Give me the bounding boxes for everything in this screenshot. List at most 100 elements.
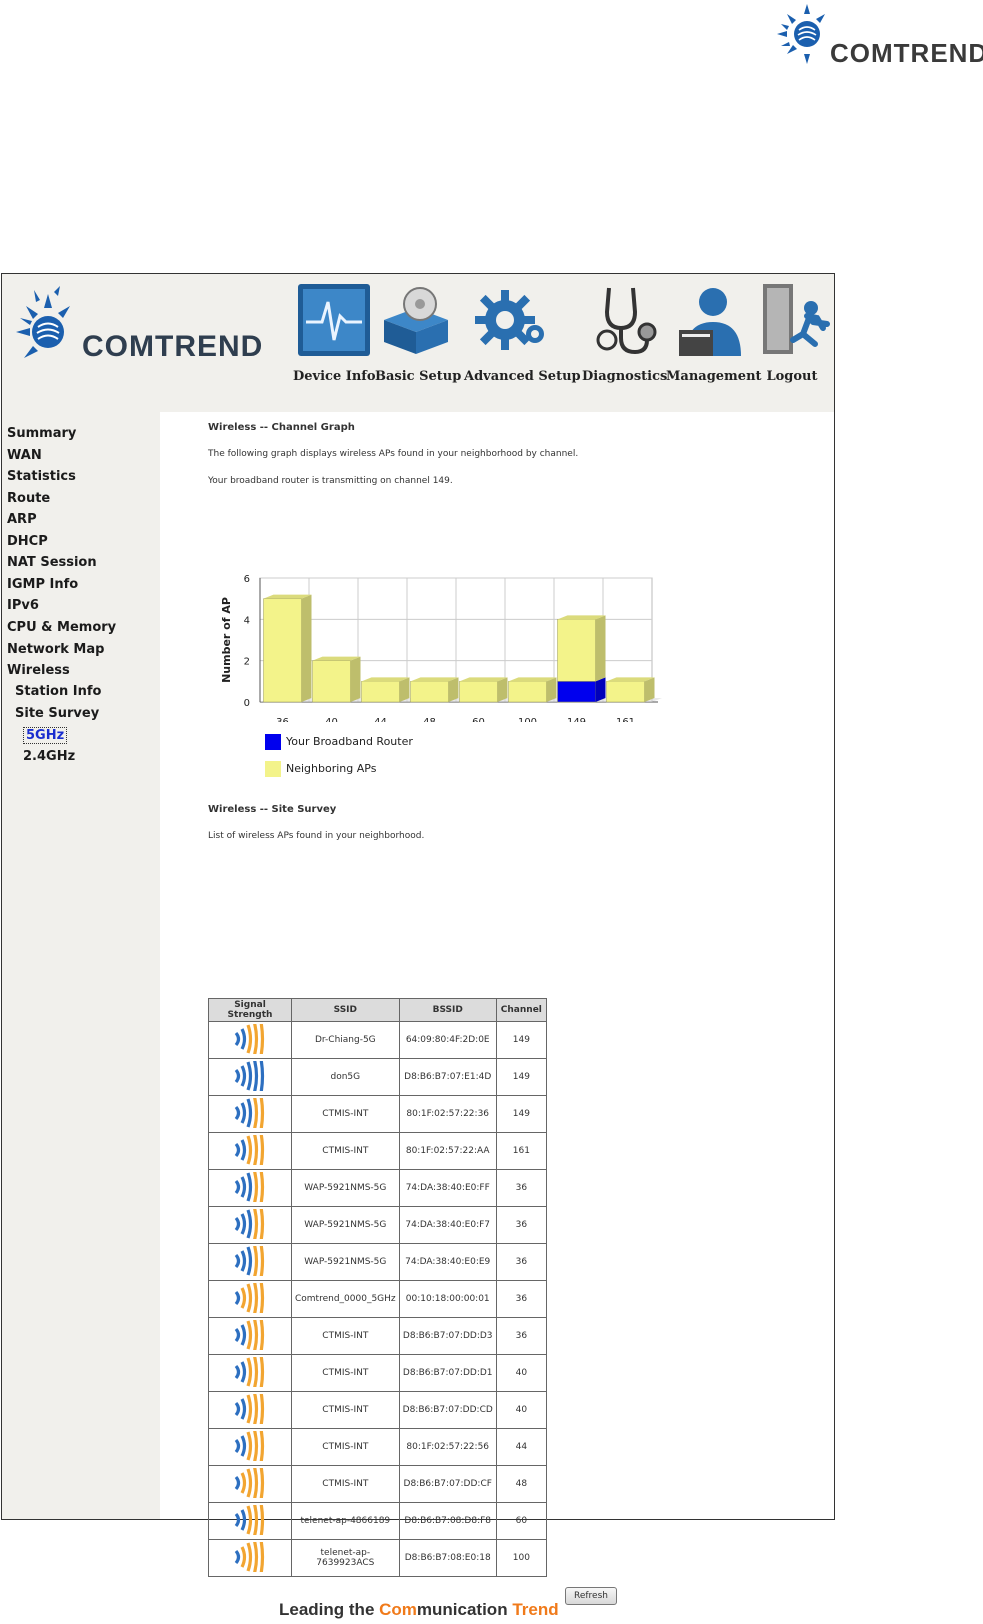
channel-cell: 149 <box>495 1095 547 1133</box>
table-row: WAP-5921NMS-5G 74:DA:38:40:E0:FF 36 <box>208 1164 547 1209</box>
table-row: Dr-Chiang-5G 64:09:80:4F:2D:0E 149 <box>208 1016 547 1061</box>
sidebar-item-wireless[interactable]: Wireless <box>7 663 70 678</box>
table-row: CTMIS-INT 80:1F:02:57:22:56 44 <box>208 1423 547 1468</box>
table-row: CTMIS-INT 80:1F:02:57:22:36 149 <box>208 1090 547 1135</box>
bssid-cell: 74:DA:38:40:E0:F7 <box>398 1206 497 1244</box>
ssid-cell: WAP-5921NMS-5G <box>291 1243 400 1281</box>
x-tick-label: 161 <box>616 717 635 722</box>
bssid-cell: 80:1F:02:57:22:36 <box>398 1095 497 1133</box>
signal-bar <box>252 1205 259 1242</box>
signal-bar <box>258 1127 265 1172</box>
signal-bar <box>240 1471 247 1494</box>
nav-management[interactable]: Management <box>666 282 762 384</box>
sidebar-item-statistics[interactable]: Statistics <box>7 469 76 484</box>
sidebar-item-5ghz[interactable]: 5GHz <box>23 727 68 744</box>
sidebar-item-site-survey[interactable]: Site Survey <box>15 706 99 721</box>
ssid-cell: CTMIS-INT <box>291 1391 400 1429</box>
signal-bar <box>234 1179 241 1194</box>
signal-bar <box>234 1401 241 1416</box>
sidebar-item-summary[interactable]: Summary <box>7 426 76 441</box>
legend-label-router: Your Broadband Router <box>286 735 413 748</box>
col-signal-strength: Signal Strength <box>208 998 292 1022</box>
signal-bar <box>240 1027 247 1050</box>
logout-door-icon <box>763 284 830 354</box>
signal-strength-cell <box>208 1497 292 1542</box>
header-logo: COMTREND <box>14 280 274 368</box>
ssid-cell: WAP-5921NMS-5G <box>291 1169 400 1207</box>
nav-label: Logout <box>766 369 818 384</box>
signal-bar <box>252 1316 259 1353</box>
sidebar-item-arp[interactable]: ARP <box>7 512 37 527</box>
tagline-prefix: Leading the <box>279 1600 380 1619</box>
ssid-cell: CTMIS-INT <box>291 1428 400 1466</box>
sidebar-item-wan[interactable]: WAN <box>7 448 42 463</box>
site-survey-table: Signal Strength SSID BSSID Channel Dr-Ch… <box>208 998 547 1579</box>
sidebar-menu: Summary WAN Statistics Route ARP DHCP NAT Sess… <box>2 412 160 1519</box>
table-header-row: Signal Strength SSID BSSID Channel <box>208 998 547 1022</box>
signal-bar <box>246 1504 253 1535</box>
bar-neighboring-aps <box>312 660 351 703</box>
y-axis-title: Number of AP <box>220 597 233 683</box>
table-row: don5G D8:B6:B7:07:E1:4D 149 <box>208 1053 547 1098</box>
signal-bar <box>240 1434 247 1457</box>
sidebar-item-route[interactable]: Route <box>7 491 50 506</box>
sidebar-item-cpu-memory[interactable]: CPU & Memory <box>7 620 116 635</box>
nav-basic-setup[interactable]: Basic Setup <box>375 282 461 384</box>
header-bar: COMTREND Device Info Basic Setup Advance… <box>2 274 834 412</box>
sidebar-item-dhcp[interactable]: DHCP <box>7 534 48 549</box>
channel-note: Your broadband router is transmitting on… <box>208 476 453 486</box>
nav-label: Management <box>666 369 762 384</box>
sidebar-item-igmp-info[interactable]: IGMP Info <box>7 577 78 592</box>
signal-bar <box>252 1501 259 1538</box>
bssid-cell: D8:B6:B7:07:DD:D1 <box>398 1354 497 1392</box>
signal-strength-icon <box>234 1090 265 1135</box>
sidebar-item-network-map[interactable]: Network Map <box>7 642 104 657</box>
signal-bar <box>234 1068 241 1083</box>
signal-strength-cell <box>208 1053 292 1098</box>
ssid-cell: WAP-5921NMS-5G <box>291 1206 400 1244</box>
channel-cell: 40 <box>495 1391 547 1429</box>
brand-swirl-icon <box>777 4 825 64</box>
bar-side <box>546 677 557 702</box>
signal-bar <box>234 1475 241 1490</box>
signal-bar <box>258 1386 265 1431</box>
nav-diagnostics[interactable]: Diagnostics <box>582 282 667 384</box>
bar-side <box>350 656 361 702</box>
y-tick-label: 6 <box>244 574 250 585</box>
router-ui-window: COMTREND Device Info Basic Setup Advance… <box>1 273 835 1605</box>
site-survey-title: Wireless -- Site Survey <box>208 804 337 815</box>
sidebar-item-2-4ghz[interactable]: 2.4GHz <box>23 749 75 764</box>
signal-bar <box>258 1053 265 1098</box>
signal-bar <box>234 1364 241 1379</box>
signal-bar <box>240 1545 247 1568</box>
tagline-co: Com <box>379 1600 417 1619</box>
nav-device-info[interactable]: Device Info <box>293 282 376 384</box>
signal-strength-icon <box>234 1312 265 1357</box>
signal-bar <box>252 1020 259 1057</box>
signal-bar <box>246 1245 253 1276</box>
bar-neighboring-aps <box>410 681 449 703</box>
refresh-button[interactable]: Refresh <box>565 1587 617 1605</box>
sidebar-item-station-info[interactable]: Station Info <box>15 684 101 699</box>
channel-graph-desc: The following graph displays wireless AP… <box>208 449 579 459</box>
bssid-cell: 74:DA:38:40:E0:E9 <box>398 1243 497 1281</box>
nav-advanced-setup[interactable]: Advanced Setup <box>464 282 581 384</box>
ssid-cell: don5G <box>291 1058 400 1096</box>
channel-cell: 60 <box>495 1502 547 1540</box>
sidebar-item-nat-session[interactable]: NAT Session <box>7 555 97 570</box>
signal-bar <box>246 1467 253 1498</box>
signal-strength-icon <box>234 1238 265 1283</box>
y-tick-label: 2 <box>244 657 250 668</box>
nav-logout[interactable]: Logout <box>757 282 830 384</box>
channel-cell: 149 <box>495 1058 547 1096</box>
signal-bar <box>240 1508 247 1531</box>
signal-bar <box>252 1242 259 1279</box>
sidebar-item-ipv6[interactable]: IPv6 <box>7 598 39 613</box>
ssid-cell: CTMIS-INT <box>291 1132 400 1170</box>
table-row: telenet-ap-7639923ACS D8:B6:B7:08:E0:18 10… <box>208 1534 547 1579</box>
nav-label: Advanced Setup <box>464 369 581 384</box>
signal-strength-icon <box>234 1386 265 1431</box>
channel-cell: 44 <box>495 1428 547 1466</box>
signal-strength-cell <box>208 1090 292 1135</box>
signal-bar <box>258 1312 265 1357</box>
